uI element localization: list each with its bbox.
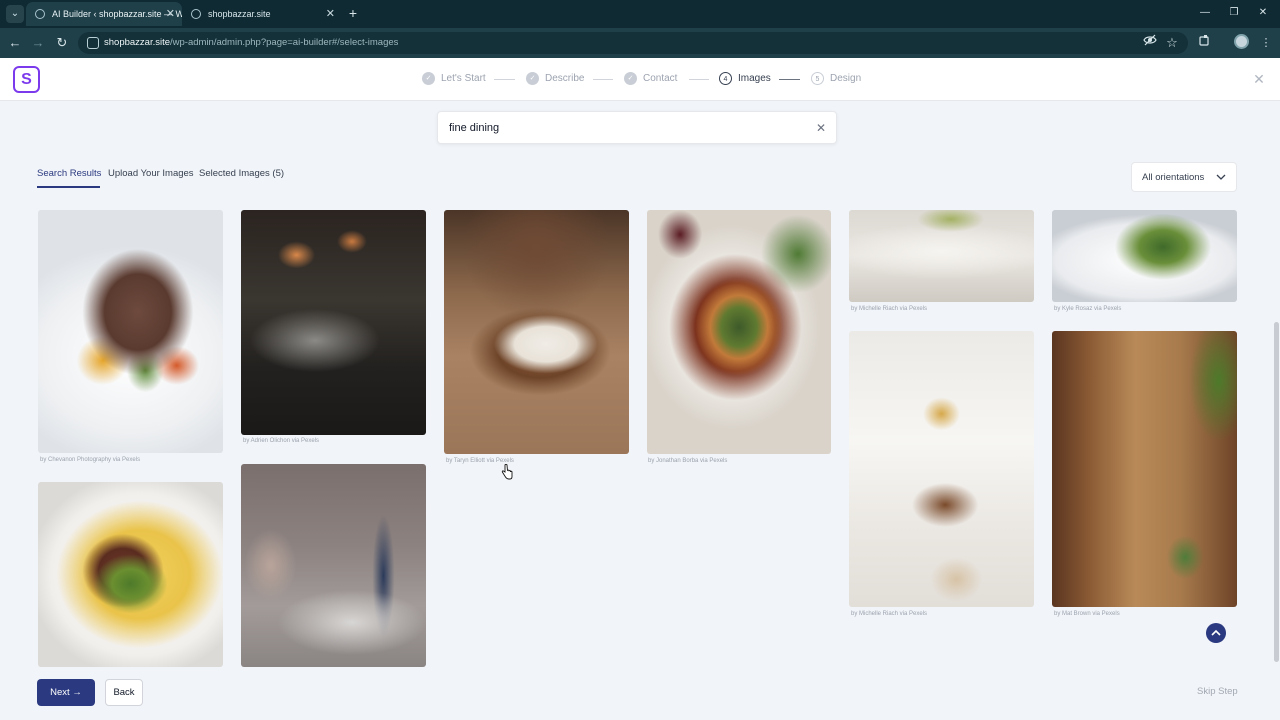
- browser-toolbar: ← → ↻ shopbazzar.site/wp-admin/admin.php…: [0, 28, 1280, 58]
- browser-tab-bar: ⌄ AI Builder ‹ shopbazzar.site — W ✕ sho…: [0, 0, 1280, 28]
- image-banquet-table[interactable]: [849, 331, 1034, 607]
- image-credit: by Kyle Rosaz via Pexels: [1054, 306, 1122, 312]
- extensions-icon[interactable]: [1197, 34, 1213, 52]
- active-tab-indicator: [37, 186, 100, 188]
- check-icon: ✓: [624, 72, 637, 85]
- image-table-plates[interactable]: [849, 210, 1034, 302]
- image-lamb-chops[interactable]: [38, 210, 223, 453]
- app-logo: S: [13, 66, 40, 93]
- profile-avatar[interactable]: [1234, 34, 1249, 49]
- check-icon: ✓: [526, 72, 539, 85]
- image-gnocchi-dish[interactable]: [647, 210, 831, 454]
- browser-menu-icon[interactable]: ⋮: [1258, 34, 1274, 52]
- globe-icon: [191, 9, 201, 19]
- reload-icon[interactable]: ↻: [54, 34, 70, 52]
- wizard-header: S ✓ Let's Start ✓ Describe ✓ Contact 4 I…: [0, 58, 1280, 101]
- globe-icon: [35, 9, 45, 19]
- image-credit: by Michelle Riach via Pexels: [851, 611, 928, 617]
- close-wizard-icon[interactable]: ✕: [1252, 71, 1266, 87]
- tab-upload-images[interactable]: Upload Your Images: [108, 167, 194, 181]
- scroll-to-top-button[interactable]: [1206, 623, 1226, 643]
- image-steak-yellow-sauce[interactable]: [38, 482, 223, 667]
- url-text: shopbazzar.site/wp-admin/admin.php?page=…: [104, 37, 399, 48]
- minimize-icon[interactable]: —: [1198, 5, 1212, 21]
- back-arrow-icon[interactable]: ←: [7, 34, 23, 52]
- page-scrollbar[interactable]: [1274, 322, 1279, 662]
- step-connector: [689, 79, 709, 80]
- tab-search-button[interactable]: ⌄: [6, 5, 24, 23]
- new-tab-icon[interactable]: +: [346, 4, 360, 22]
- image-credit: by Michelle Riach via Pexels: [851, 306, 928, 312]
- tab-selected-images[interactable]: Selected Images (5): [199, 167, 284, 181]
- step-number: 5: [811, 72, 824, 85]
- clear-search-icon[interactable]: ✕: [814, 121, 828, 135]
- step-connector: [779, 79, 800, 80]
- site-info-icon[interactable]: [87, 37, 99, 49]
- address-bar[interactable]: shopbazzar.site/wp-admin/admin.php?page=…: [78, 32, 1188, 54]
- eye-off-icon[interactable]: [1142, 34, 1158, 52]
- image-credit: by Jonathan Borba via Pexels: [648, 458, 728, 464]
- image-credit: by Chevanon Photography via Pexels: [40, 457, 141, 463]
- image-plated-greens[interactable]: [1052, 210, 1237, 302]
- tab-search-results[interactable]: Search Results: [37, 167, 101, 181]
- image-long-wooden-table[interactable]: [1052, 331, 1237, 607]
- image-candlelit-dinner[interactable]: [241, 464, 426, 667]
- window-close-icon[interactable]: ✕: [1256, 5, 1270, 21]
- image-credit: by Mat Brown via Pexels: [1054, 611, 1120, 617]
- forward-arrow-icon[interactable]: →: [30, 34, 46, 52]
- arrow-right-icon: →: [72, 687, 82, 698]
- browser-tab-shopbazzar[interactable]: shopbazzar.site ✕: [182, 2, 342, 26]
- image-search-input[interactable]: fine dining ✕: [437, 111, 837, 144]
- back-button[interactable]: Back: [105, 679, 143, 706]
- image-restaurant-interior[interactable]: [241, 210, 426, 435]
- orientation-select[interactable]: All orientations: [1131, 162, 1237, 192]
- skip-step-link[interactable]: Skip Step: [1197, 686, 1238, 698]
- close-tab-icon[interactable]: ✕: [326, 2, 335, 26]
- browser-tab-ai-builder[interactable]: AI Builder ‹ shopbazzar.site — W ✕: [26, 2, 182, 26]
- hand-cursor-icon: [501, 464, 513, 480]
- step-connector: [494, 79, 515, 80]
- chevron-up-icon: [1211, 629, 1221, 636]
- step-connector: [593, 79, 613, 80]
- next-button[interactable]: Next →: [37, 679, 95, 706]
- chevron-down-icon: [1216, 174, 1226, 180]
- image-chef-plating[interactable]: [444, 210, 629, 454]
- bookmark-star-icon[interactable]: ☆: [1164, 34, 1180, 52]
- check-icon: ✓: [422, 72, 435, 85]
- close-tab-icon[interactable]: ✕: [166, 2, 175, 26]
- step-number: 4: [719, 72, 732, 85]
- image-credit: by Adrien Olichon via Pexels: [243, 438, 320, 444]
- restore-icon[interactable]: ❐: [1227, 5, 1241, 21]
